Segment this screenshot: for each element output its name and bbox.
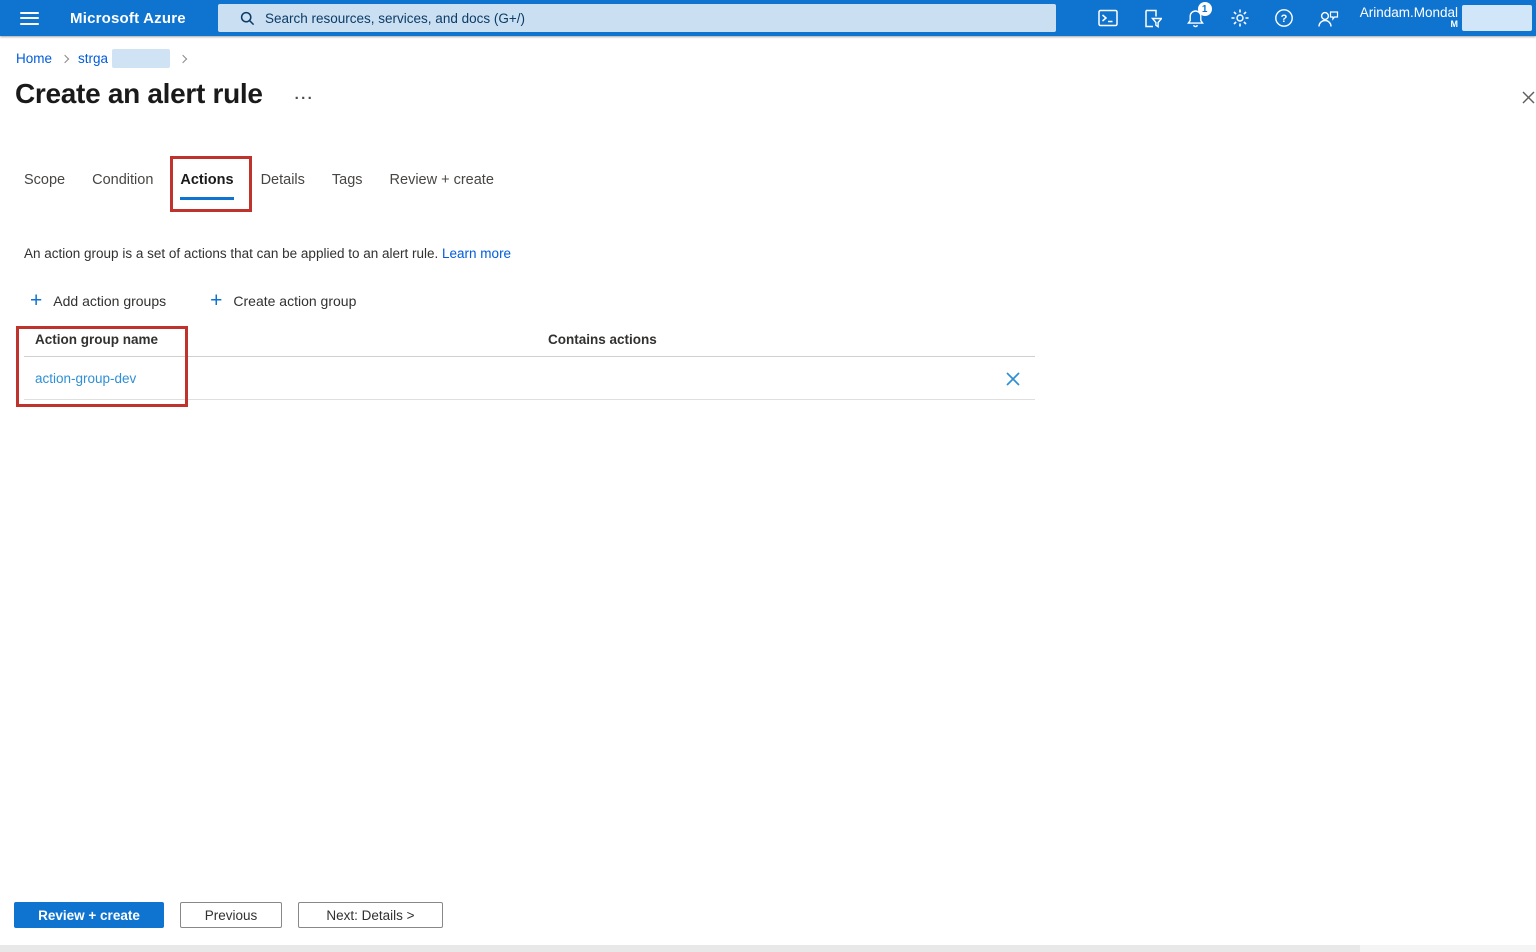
table-header-row: Action group name Contains actions (24, 330, 1035, 357)
breadcrumb-resource-link[interactable]: strga (78, 51, 108, 66)
account-menu[interactable]: Arindam.Mondal M (1360, 6, 1458, 31)
bottom-edge-strip (0, 945, 1536, 952)
gear-icon (1230, 8, 1250, 28)
brand-logo[interactable]: Microsoft Azure (70, 0, 186, 36)
feedback-icon (1317, 9, 1339, 28)
column-header-action-group-name: Action group name (35, 332, 158, 347)
table-row: action-group-dev (24, 357, 1035, 400)
directory-filter-button[interactable] (1130, 0, 1174, 36)
title-row: Create an alert rule ··· (15, 78, 314, 110)
notifications-button[interactable]: 1 (1174, 0, 1218, 36)
page-title: Create an alert rule (15, 78, 263, 110)
action-group-toolbar: + Add action groups + Create action grou… (30, 290, 356, 311)
close-icon (1521, 90, 1536, 105)
bottom-strip-left (0, 945, 1360, 952)
tab-scope[interactable]: Scope (24, 172, 65, 200)
user-name: Arindam.Mondal (1360, 6, 1458, 21)
breadcrumb-home-link[interactable]: Home (16, 51, 52, 66)
top-bar-right: 1 ? Ar (1086, 0, 1536, 36)
more-options-icon[interactable]: ··· (295, 82, 315, 107)
breadcrumb: Home strga (16, 49, 188, 68)
add-action-groups-label: Add action groups (53, 293, 166, 309)
plus-icon: + (30, 290, 42, 311)
plus-icon: + (210, 290, 222, 311)
delete-x-icon (1005, 371, 1021, 387)
help-icon: ? (1274, 8, 1294, 28)
tab-condition[interactable]: Condition (92, 172, 153, 200)
feedback-button[interactable] (1306, 0, 1350, 36)
help-button[interactable]: ? (1262, 0, 1306, 36)
chevron-right-icon (179, 54, 187, 62)
redacted-avatar-area (1462, 5, 1532, 31)
search-input[interactable]: Search resources, services, and docs (G+… (218, 4, 1056, 32)
hamburger-menu-button[interactable] (8, 0, 50, 36)
azure-portal-page: Microsoft Azure Search resources, servic… (0, 0, 1536, 952)
actions-description: An action group is a set of actions that… (24, 246, 511, 261)
notification-badge: 1 (1198, 2, 1212, 16)
action-group-link[interactable]: action-group-dev (35, 371, 136, 386)
wizard-footer: Review + create Previous Next: Details > (14, 902, 443, 928)
tab-tags[interactable]: Tags (332, 172, 363, 200)
column-header-contains-actions: Contains actions (548, 332, 657, 347)
close-blade-button[interactable] (1517, 86, 1536, 108)
user-directory: M (1451, 20, 1459, 30)
tab-details[interactable]: Details (261, 172, 305, 200)
settings-button[interactable] (1218, 0, 1262, 36)
tab-review-create[interactable]: Review + create (390, 172, 494, 200)
hamburger-icon (20, 12, 39, 25)
create-action-group-label: Create action group (233, 293, 356, 309)
tab-actions[interactable]: Actions (180, 172, 233, 200)
previous-button[interactable]: Previous (180, 902, 282, 928)
svg-text:?: ? (1280, 13, 1287, 25)
next-details-button[interactable]: Next: Details > (298, 902, 443, 928)
search-icon (240, 11, 255, 26)
directory-filter-icon (1142, 9, 1162, 28)
top-bar: Microsoft Azure Search resources, servic… (0, 0, 1536, 36)
search-placeholder: Search resources, services, and docs (G+… (265, 11, 525, 26)
create-action-group-button[interactable]: + Create action group (210, 290, 356, 311)
tab-bar: Scope Condition Actions Details Tags Rev… (24, 172, 494, 200)
review-create-button[interactable]: Review + create (14, 902, 164, 928)
redacted-resource-name (112, 49, 170, 68)
add-action-groups-button[interactable]: + Add action groups (30, 290, 166, 311)
bottom-strip-right (1360, 945, 1536, 952)
cloud-shell-icon (1098, 9, 1118, 27)
description-text: An action group is a set of actions that… (24, 246, 438, 261)
remove-action-group-button[interactable] (1001, 367, 1025, 391)
cloud-shell-button[interactable] (1086, 0, 1130, 36)
action-groups-table: Action group name Contains actions actio… (24, 330, 1035, 400)
learn-more-link[interactable]: Learn more (442, 246, 511, 261)
chevron-right-icon (61, 54, 69, 62)
